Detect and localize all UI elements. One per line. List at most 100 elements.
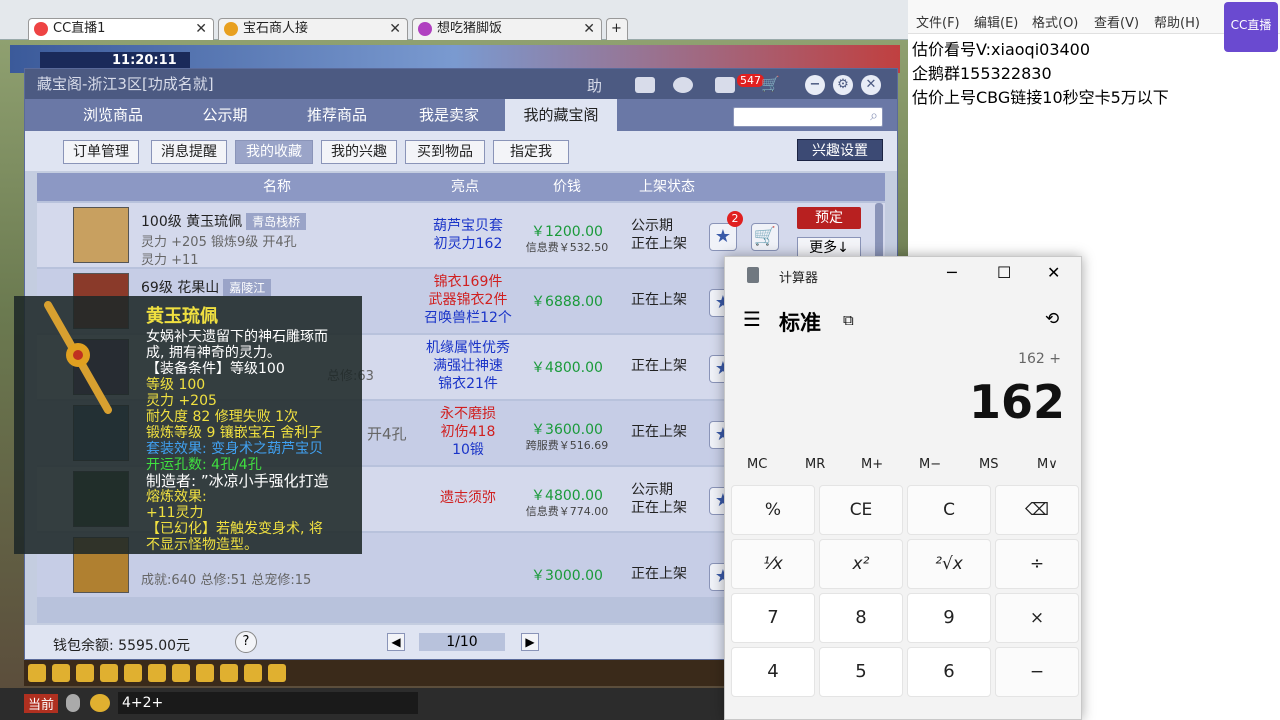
multiply-button[interactable]: × bbox=[995, 593, 1079, 643]
magnify-icon[interactable] bbox=[124, 664, 142, 682]
col-highlight: 亮点 bbox=[451, 179, 479, 195]
digit-6-button[interactable]: 6 bbox=[907, 647, 991, 697]
m-plus-button[interactable]: M+ bbox=[861, 457, 883, 472]
minimize-icon[interactable]: − bbox=[805, 75, 825, 95]
hamburger-menu-icon[interactable]: ☰ bbox=[743, 307, 761, 331]
brush-icon[interactable] bbox=[196, 664, 214, 682]
highlight-line: 初灵力162 bbox=[433, 236, 503, 252]
browser-tab-2[interactable]: 宝石商人接 ✕ bbox=[218, 18, 408, 40]
lock-icon[interactable] bbox=[172, 664, 190, 682]
search-icon[interactable]: ⌕ bbox=[870, 108, 878, 124]
search-input[interactable]: ⌕ bbox=[733, 107, 883, 127]
close-icon[interactable]: ✕ bbox=[1047, 263, 1060, 282]
clear-entry-button[interactable]: CE bbox=[819, 485, 903, 535]
backspace-button[interactable]: ⌫ bbox=[995, 485, 1079, 535]
new-tab-button[interactable]: + bbox=[606, 18, 628, 40]
favorite-star-icon[interactable]: ★ bbox=[709, 223, 737, 251]
my-interests-button[interactable]: 我的兴趣 bbox=[321, 140, 397, 164]
share-icon[interactable] bbox=[635, 77, 655, 93]
minimize-icon[interactable]: ─ bbox=[947, 263, 957, 282]
prev-page-icon[interactable]: ◀ bbox=[387, 633, 405, 651]
highlight-line: 永不磨损 bbox=[440, 406, 496, 422]
sqrt-button[interactable]: ²√x bbox=[907, 539, 991, 589]
browser-tab-1[interactable]: CC直播1 ✕ bbox=[28, 18, 214, 40]
table-scrollbar[interactable] bbox=[875, 203, 883, 263]
menu-help[interactable]: 帮助(H) bbox=[1154, 12, 1200, 31]
menu-file[interactable]: 文件(F) bbox=[916, 12, 960, 31]
close-icon[interactable]: ✕ bbox=[861, 75, 881, 95]
chat-icon[interactable] bbox=[220, 664, 238, 682]
browser-tab-3[interactable]: 想吃猪脚饭 ✕ bbox=[412, 18, 602, 40]
mr-button[interactable]: MR bbox=[805, 457, 825, 472]
next-page-icon[interactable]: ▶ bbox=[521, 633, 539, 651]
tab-browse[interactable]: 浏览商品 bbox=[57, 99, 169, 131]
help-icon[interactable]: 助 bbox=[587, 75, 607, 95]
digit-8-button[interactable]: 8 bbox=[819, 593, 903, 643]
gear-icon[interactable]: ⚙ bbox=[833, 75, 853, 95]
reserve-button[interactable]: 预定 bbox=[797, 207, 861, 229]
digit-7-button[interactable]: 7 bbox=[731, 593, 815, 643]
status-line: 正在上架 bbox=[631, 424, 687, 440]
pencil-icon[interactable] bbox=[148, 664, 166, 682]
mc-button[interactable]: MC bbox=[747, 457, 767, 472]
down-arrow-icon[interactable] bbox=[76, 664, 94, 682]
my-favorites-button[interactable]: 我的收藏 bbox=[235, 140, 313, 164]
message-icon[interactable] bbox=[715, 77, 735, 93]
maximize-icon[interactable]: ☐ bbox=[997, 263, 1011, 282]
tab-publicity[interactable]: 公示期 bbox=[169, 99, 281, 131]
emoji-icon[interactable] bbox=[90, 694, 110, 712]
close-tab-icon[interactable]: ✕ bbox=[389, 19, 401, 39]
help-icon[interactable]: ? bbox=[235, 631, 257, 653]
chat-channel-tab[interactable]: 当前 bbox=[24, 694, 59, 713]
ms-button[interactable]: MS bbox=[979, 457, 998, 472]
cart-icon[interactable]: 🛒 bbox=[751, 223, 779, 251]
subtract-button[interactable]: − bbox=[995, 647, 1079, 697]
col-price: 价钱 bbox=[553, 179, 581, 195]
chat-input[interactable]: 4+2+ bbox=[118, 692, 418, 714]
percent-button[interactable]: % bbox=[731, 485, 815, 535]
digit-9-button[interactable]: 9 bbox=[907, 593, 991, 643]
close-tab-icon[interactable]: ✕ bbox=[195, 19, 207, 39]
square-button[interactable]: x² bbox=[819, 539, 903, 589]
digit-5-button[interactable]: 5 bbox=[819, 647, 903, 697]
menu-edit[interactable]: 编辑(E) bbox=[974, 12, 1018, 31]
tab-seller[interactable]: 我是卖家 bbox=[393, 99, 505, 131]
order-manage-button[interactable]: 订单管理 bbox=[63, 140, 139, 164]
edit-icon[interactable] bbox=[244, 664, 262, 682]
dropdown-icon[interactable] bbox=[268, 664, 286, 682]
menu-view[interactable]: 查看(V) bbox=[1094, 12, 1139, 31]
reciprocal-button[interactable]: ¹⁄x bbox=[731, 539, 815, 589]
item-attr: 开4孔 bbox=[367, 425, 407, 443]
interest-settings-button[interactable]: 兴趣设置 bbox=[797, 139, 883, 161]
status-line: 正在上架 bbox=[631, 500, 687, 516]
m-minus-button[interactable]: M− bbox=[919, 457, 941, 472]
up-arrow-icon[interactable] bbox=[52, 664, 70, 682]
digit-4-button[interactable]: 4 bbox=[731, 647, 815, 697]
notepad-line[interactable]: 估价上号CBG链接10秒空卡5万以下 bbox=[912, 84, 1169, 108]
microphone-icon[interactable] bbox=[66, 694, 80, 712]
tab-my-cbg[interactable]: 我的藏宝阁 bbox=[505, 99, 617, 131]
divide-button[interactable]: ÷ bbox=[995, 539, 1079, 589]
notepad-line[interactable]: 企鹅群155322830 bbox=[912, 60, 1052, 84]
item-fee: 信息费￥774.00 bbox=[525, 505, 609, 518]
designated-me-button[interactable]: 指定我 bbox=[493, 140, 569, 164]
memory-list-button[interactable]: M∨ bbox=[1037, 457, 1058, 472]
item-thumbnail[interactable] bbox=[73, 207, 129, 263]
cc-favicon-icon bbox=[34, 22, 48, 36]
settings-icon[interactable] bbox=[673, 77, 693, 93]
message-reminder-button[interactable]: 消息提醒 bbox=[151, 140, 227, 164]
highlight-line: 机缘属性优秀 bbox=[426, 340, 510, 356]
notepad-line[interactable]: 估价看号V:xiaoqi03400 bbox=[912, 36, 1090, 60]
item-name: 100级 黄玉琉佩 青岛栈桥 bbox=[141, 211, 307, 231]
clear-button[interactable]: C bbox=[907, 485, 991, 535]
left-arrow-icon[interactable] bbox=[28, 664, 46, 682]
keep-on-top-icon[interactable]: ⧉ bbox=[843, 311, 854, 329]
tab-recommended[interactable]: 推荐商品 bbox=[281, 99, 393, 131]
close-tab-icon[interactable]: ✕ bbox=[583, 19, 595, 39]
move-icon[interactable] bbox=[100, 664, 118, 682]
menu-format[interactable]: 格式(O) bbox=[1032, 12, 1078, 31]
history-icon[interactable]: ⟲ bbox=[1045, 309, 1059, 329]
bought-items-button[interactable]: 买到物品 bbox=[405, 140, 485, 164]
clock-time: 11:20:11 bbox=[112, 53, 177, 68]
cart-icon[interactable]: 🛒 bbox=[761, 75, 781, 93]
